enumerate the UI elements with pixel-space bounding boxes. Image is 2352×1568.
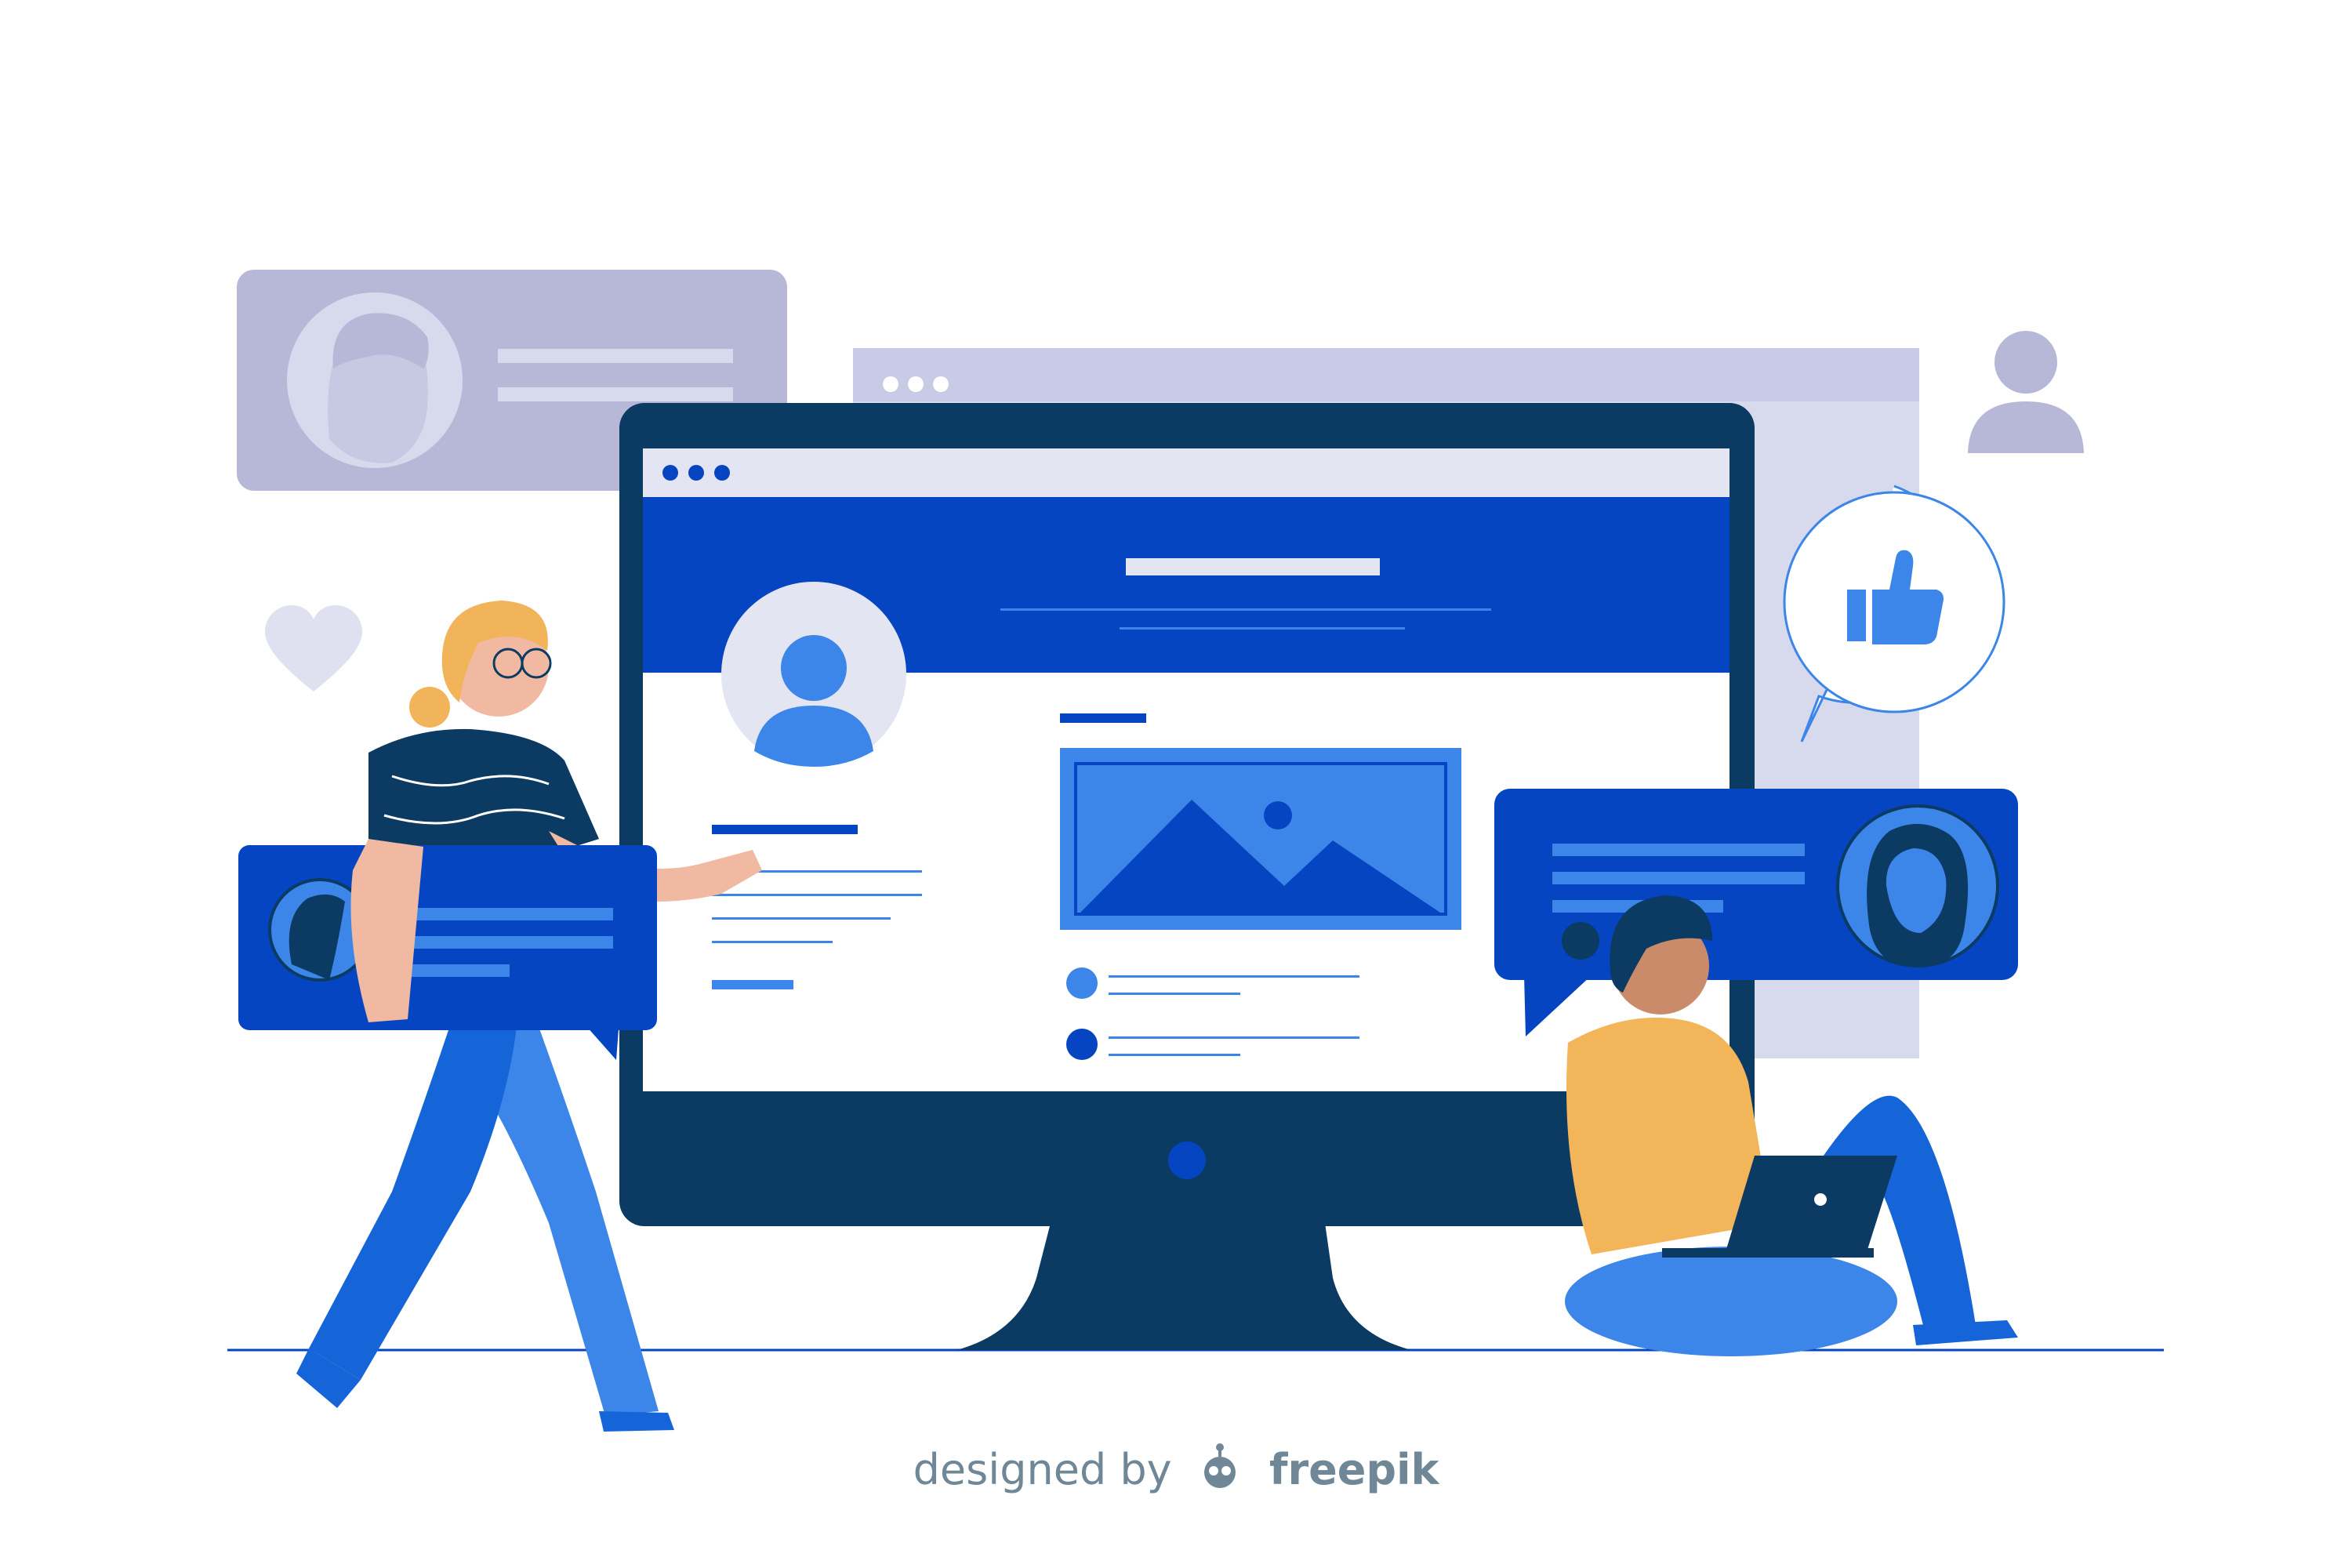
- browser-dot: [662, 465, 678, 481]
- illustration: [227, 270, 2164, 1432]
- list-bullet: [1066, 967, 1098, 999]
- image-icon: [1060, 748, 1461, 930]
- profile-avatar: [721, 582, 906, 767]
- heart-icon: [265, 605, 362, 691]
- list-bullet: [1066, 1029, 1098, 1060]
- user-icon: [1968, 331, 2084, 453]
- window-dot: [908, 376, 924, 392]
- browser-dot: [714, 465, 730, 481]
- window-dot: [933, 376, 949, 392]
- avatar-man-face: [328, 313, 429, 463]
- laptop: [1725, 1156, 1897, 1254]
- window-dot: [883, 376, 898, 392]
- freepik-logo-icon: [1195, 1443, 1245, 1503]
- browser-dot: [688, 465, 704, 481]
- designed-by-credit: designed by freepik: [0, 1443, 2352, 1503]
- credit-brand[interactable]: freepik: [1269, 1445, 1439, 1494]
- credit-prefix: designed by: [913, 1445, 1172, 1495]
- thumbs-up-bubble: [1783, 485, 2005, 742]
- monitor-power-button: [1168, 1142, 1206, 1179]
- avatar-woman: [1836, 804, 1999, 967]
